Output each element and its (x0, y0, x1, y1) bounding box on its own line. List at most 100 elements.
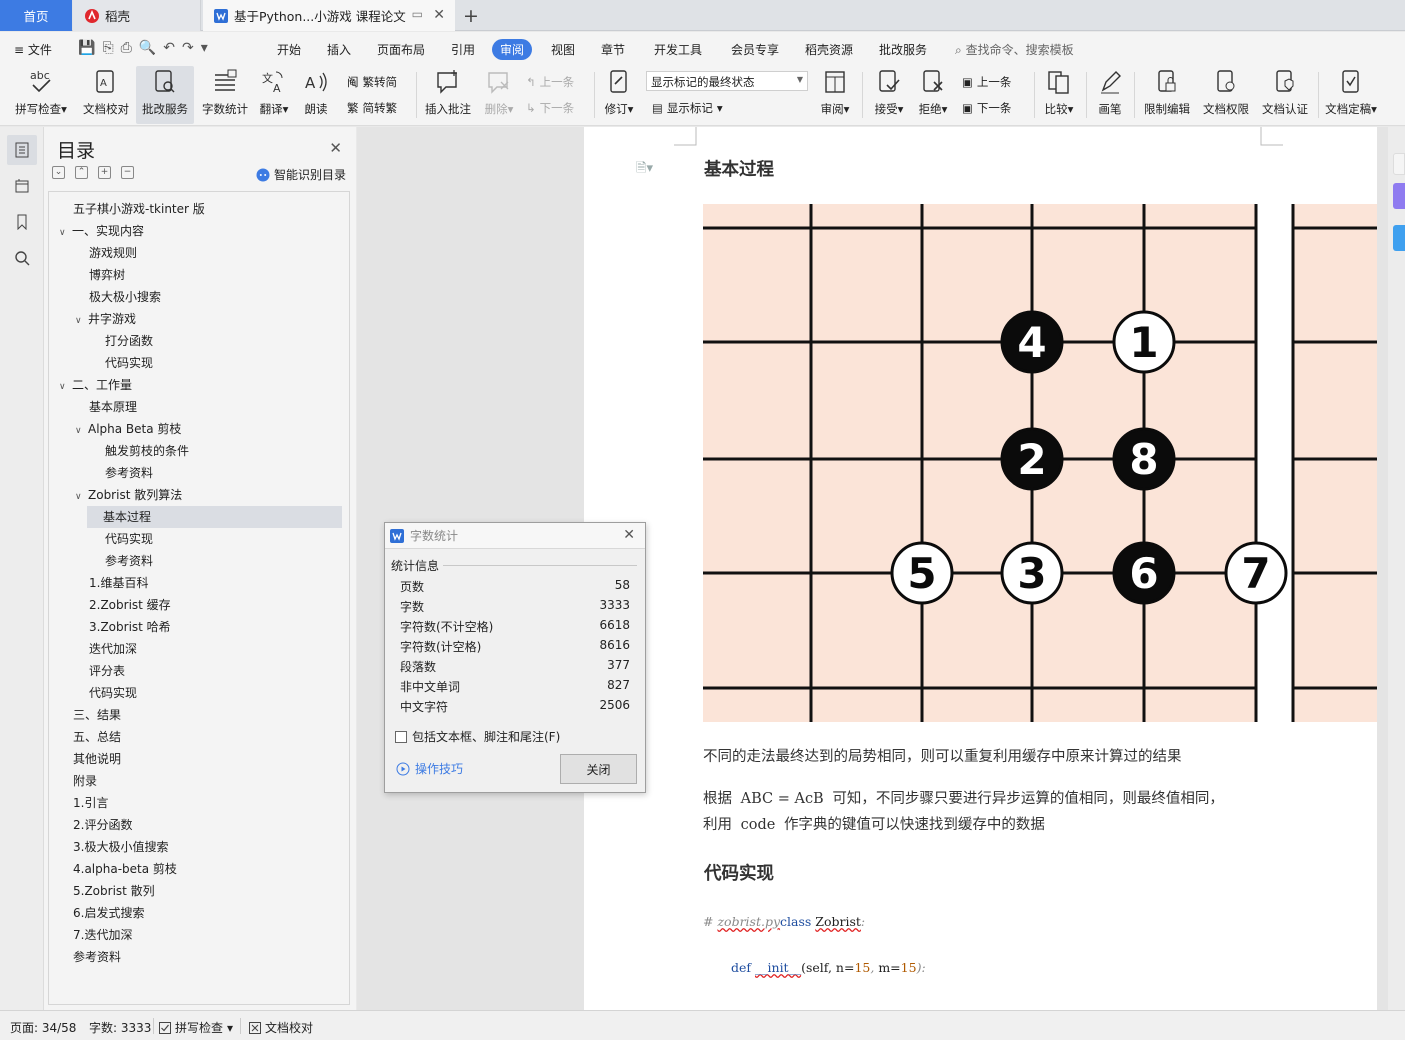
toc-item[interactable]: ∨ Alpha Beta 剪枝 (75, 418, 181, 440)
chevron-down-icon[interactable]: ∨ (75, 310, 88, 332)
simp-to-trad-button[interactable]: 繁简转繁 (347, 100, 397, 116)
toc-item[interactable]: 五、总结 (73, 726, 121, 748)
menu-review[interactable]: 审阅 (492, 39, 533, 60)
toc-item[interactable]: 博弈树 (89, 264, 125, 286)
pin-icon[interactable]: ▭ (412, 7, 423, 21)
review-pane-button[interactable]: 审阅▾ (816, 66, 854, 124)
undo-icon[interactable]: ↶ (163, 40, 175, 56)
file-menu[interactable]: ≡ 文件 (14, 41, 52, 58)
paragraph-menu-icon[interactable]: 🗎▾ (636, 159, 653, 181)
menu-insert[interactable]: 插入 (327, 41, 351, 58)
toc-item[interactable]: 触发剪枝的条件 (105, 440, 189, 462)
tips-link[interactable]: 操作技巧 (396, 760, 463, 777)
chevron-down-icon[interactable]: ∨ (59, 222, 72, 244)
export-icon[interactable]: ⎘ (102, 40, 113, 56)
toc-item[interactable]: 五子棋小游戏-tkinter 版 (73, 198, 205, 220)
toc-item[interactable]: ∨ 二、工作量 (59, 374, 132, 396)
bookmark-icon[interactable] (7, 207, 37, 237)
preview-icon[interactable]: 🔍 (139, 40, 156, 56)
menu-layout[interactable]: 页面布局 (377, 41, 425, 58)
close-tab-icon[interactable]: ✕ (433, 7, 445, 23)
spell-check-button[interactable]: abc 拼写检查▾ (10, 66, 72, 124)
search-icon[interactable] (7, 243, 37, 273)
toc-item[interactable]: 1.维基百科 (89, 572, 148, 594)
translate-button[interactable]: 文A 翻译▾ (256, 66, 292, 124)
toc-item[interactable]: 基本原理 (89, 396, 137, 418)
toc-item[interactable]: ∨ Zobrist 散列算法 (75, 484, 182, 506)
menu-start[interactable]: 开始 (277, 41, 301, 58)
print-icon[interactable]: ⎙ (121, 40, 132, 56)
compare-button[interactable]: 比较▾ (1040, 66, 1078, 124)
toc-item[interactable]: 4.alpha-beta 剪枝 (73, 858, 177, 880)
document-page[interactable]: 🗎▾ 基本过程 4 1 2 8 5 3 6 7 不同的走法最终达到的局势相同，则可以重复利用缓… (584, 127, 1377, 1010)
next-comment-button[interactable]: ↳ 下一条 (526, 100, 574, 116)
read-aloud-button[interactable]: A 朗读 (298, 66, 334, 124)
toc-item[interactable]: 基本过程 (87, 506, 342, 528)
side-tab-blue[interactable] (1393, 225, 1405, 251)
insert-comment-button[interactable]: 插入批注 (422, 66, 474, 124)
redo-icon[interactable]: ↷ (182, 40, 194, 56)
markup-state-select[interactable]: 显示标记的最终状态 ▼ (646, 71, 808, 91)
toc-item[interactable]: 附录 (73, 770, 97, 792)
restrict-edit-button[interactable]: 限制编辑 (1140, 66, 1194, 124)
expand-all-icon[interactable]: ⌃ (75, 166, 88, 179)
toc-item[interactable]: 极大极小搜索 (89, 286, 161, 308)
toc-item[interactable]: 代码实现 (89, 682, 137, 704)
save-icon[interactable]: 💾 (78, 40, 95, 56)
toc-item[interactable]: 三、结果 (73, 704, 121, 726)
accept-button[interactable]: 接受▾ (870, 66, 908, 124)
toc-item[interactable]: 代码实现 (105, 528, 153, 550)
menu-references[interactable]: 引用 (451, 41, 475, 58)
toc-item[interactable]: 5.Zobrist 散列 (73, 880, 155, 902)
more-icon[interactable]: ▾ (201, 40, 208, 56)
menu-view[interactable]: 视图 (551, 41, 575, 58)
tab-document[interactable]: 基于Python...小游戏 课程论文 ▭ ✕ (203, 0, 455, 31)
toc-item[interactable]: 代码实现 (105, 352, 153, 374)
toc-item[interactable]: ∨ 一、实现内容 (59, 220, 144, 242)
dialog-titlebar[interactable]: 字数统计 (385, 523, 645, 549)
toc-item[interactable]: 2.Zobrist 缓存 (89, 594, 171, 616)
word-count-button[interactable]: 字数统计 (197, 66, 253, 124)
close-button[interactable]: 关闭 (560, 754, 637, 784)
reject-button[interactable]: 拒绝▾ (914, 66, 952, 124)
trad-to-simp-button[interactable]: 阄繁转简 (347, 74, 397, 90)
menu-correction[interactable]: 批改服务 (879, 41, 927, 58)
checkbox-box[interactable] (395, 730, 407, 743)
correction-service-button[interactable]: 批改服务 (136, 66, 194, 124)
toc-item[interactable]: 参考资料 (105, 462, 153, 484)
status-spell-check[interactable]: 拼写检查 ▾ (159, 1019, 233, 1036)
toc-item[interactable]: ∨ 井字游戏 (75, 308, 136, 330)
add-heading-icon[interactable]: + (98, 166, 111, 179)
toc-item[interactable]: 游戏规则 (89, 242, 137, 264)
toc-item[interactable]: 参考资料 (105, 550, 153, 572)
toc-item[interactable]: 3.Zobrist 哈希 (89, 616, 171, 638)
pen-button[interactable]: 画笔 (1092, 66, 1128, 124)
page-indicator[interactable]: 页面: 34/58 (10, 1019, 76, 1036)
new-tab-button[interactable]: + (460, 0, 482, 31)
toc-item[interactable]: 评分表 (89, 660, 125, 682)
chevron-down-icon[interactable]: ∨ (59, 376, 72, 398)
close-icon[interactable]: ✕ (623, 527, 635, 543)
toc-item[interactable]: 参考资料 (73, 946, 121, 968)
menu-chapter[interactable]: 章节 (601, 41, 625, 58)
prev-change-button[interactable]: ▣ 上一条 (962, 74, 1011, 90)
side-tab-purple[interactable] (1393, 183, 1405, 209)
prev-comment-button[interactable]: ↰ 上一条 (526, 74, 574, 90)
command-search[interactable]: ⌕ 查找命令、搜索模板 (955, 41, 1074, 58)
toc-item[interactable]: 3.极大极小值搜索 (73, 836, 168, 858)
toc-item[interactable]: 6.启发式搜索 (73, 902, 144, 924)
menu-daoke-resources[interactable]: 稻壳资源 (805, 41, 853, 58)
chevron-down-icon[interactable]: ∨ (75, 420, 88, 442)
chevron-down-icon[interactable]: ∨ (75, 486, 88, 508)
revise-button[interactable]: 修订▾ (600, 66, 638, 124)
tab-daoke[interactable]: 稻壳 (73, 0, 201, 31)
close-icon[interactable]: ✕ (329, 139, 342, 157)
doc-proof-button[interactable]: A 文档校对 (78, 66, 134, 124)
tab-home[interactable]: 首页 (0, 0, 72, 31)
include-footnotes-checkbox[interactable]: 包括文本框、脚注和尾注(F) (395, 728, 560, 745)
toc-item[interactable]: 打分函数 (105, 330, 153, 352)
status-doc-proof[interactable]: 文档校对 (249, 1019, 313, 1036)
toc-item[interactable]: 1.引言 (73, 792, 108, 814)
chapter-nav-icon[interactable] (7, 171, 37, 201)
remove-heading-icon[interactable]: − (121, 166, 134, 179)
